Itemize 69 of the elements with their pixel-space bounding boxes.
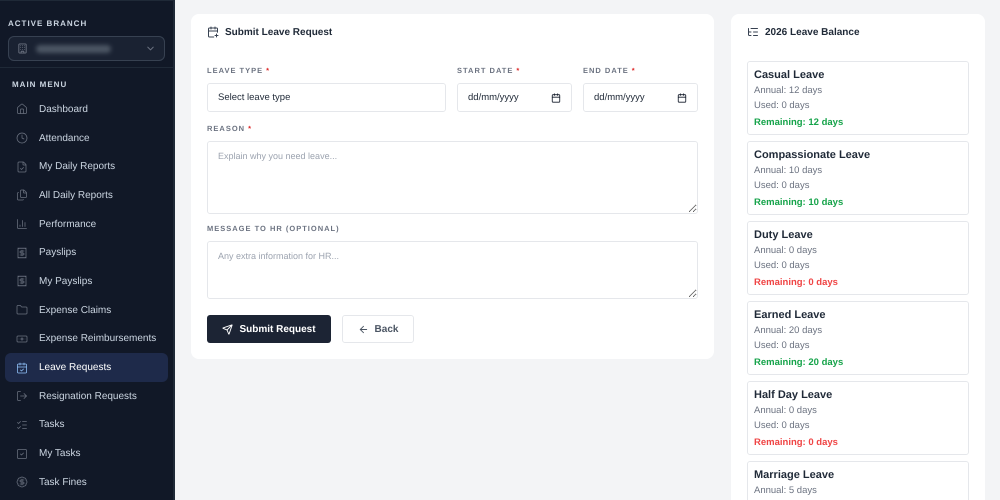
remaining-text: Remaining: 20 days: [754, 357, 844, 368]
sidebar-item[interactable]: Attendance: [5, 124, 168, 152]
checkbox-icon: [16, 448, 28, 460]
exit-icon: [16, 390, 28, 402]
checklist-icon: [16, 418, 28, 431]
annual-text: Annual: 0 days: [754, 405, 818, 416]
leave-type-select[interactable]: Select leave type: [207, 83, 446, 112]
dollar-badge-icon: [16, 476, 28, 488]
annual-text: Annual: 10 days: [754, 165, 824, 176]
sidebar-item[interactable]: All Daily Reports: [5, 181, 168, 210]
used-text: Used: 0 days: [754, 100, 810, 111]
used-text: Used: 0 days: [754, 340, 810, 351]
branch-select[interactable]: [8, 36, 165, 61]
leave-name: Marriage Leave: [754, 469, 836, 481]
clock-icon: [16, 132, 28, 144]
remaining-text: Remaining: 0 days: [754, 437, 839, 448]
calendar-plus-icon: [207, 26, 219, 38]
receipt-icon: [16, 246, 28, 259]
banknote-icon: [16, 332, 28, 345]
building-icon: [17, 43, 28, 54]
send-icon: [222, 324, 234, 334]
documents-icon: [16, 189, 28, 202]
sidebar-item[interactable]: Tasks: [5, 410, 168, 440]
leave-name: Casual Leave: [754, 69, 826, 81]
reason-textarea[interactable]: Explain why you need leave...: [207, 141, 698, 214]
folder-icon: [16, 304, 28, 316]
remaining-text: Remaining: 10 days: [754, 197, 844, 208]
used-text: Used: 0 days: [754, 420, 810, 431]
message-textarea[interactable]: Any extra information for HR...: [207, 241, 698, 299]
submit-button[interactable]: Submit Request: [207, 315, 331, 343]
used-text: Used: 0 days: [754, 260, 810, 271]
leave-name: Duty Leave: [754, 229, 814, 241]
used-text: Used: 0 days: [754, 180, 810, 191]
sidebar-item[interactable]: Performance: [5, 210, 168, 238]
sidebar-item[interactable]: My Daily Reports: [5, 152, 168, 182]
receipt-icon: [16, 275, 28, 288]
list-icon: [747, 26, 759, 38]
remaining-text: Remaining: 12 days: [754, 117, 844, 128]
card-title: 2026 Leave Balance: [765, 26, 860, 38]
sidebar-item[interactable]: Expense Reimbursements: [5, 324, 168, 354]
sidebar-item[interactable]: Task Fines: [5, 468, 168, 497]
annual-text: Annual: 20 days: [754, 325, 824, 336]
bar-chart-icon: [16, 218, 28, 230]
card-title: Submit Leave Request: [225, 26, 332, 38]
date-field[interactable]: dd/mm/yyyy: [457, 83, 572, 112]
annual-text: Annual: 12 days: [754, 85, 824, 96]
document-check-icon: [16, 160, 28, 173]
calendar-icon: [551, 92, 561, 102]
sidebar-item[interactable]: Dashboard: [5, 95, 168, 124]
calendar-check-icon: [16, 362, 28, 374]
sidebar-item[interactable]: Leave Requests: [5, 353, 168, 382]
section-label: MAIN MENU: [11, 79, 68, 91]
remaining-text: Remaining: 0 days: [754, 277, 839, 288]
sidebar-item[interactable]: My Payslips: [5, 267, 168, 296]
leave-name: Earned Leave: [754, 309, 827, 321]
calendar-icon: [677, 92, 687, 102]
arrow-left-icon: [358, 324, 369, 334]
back-button[interactable]: Back: [342, 315, 414, 343]
annual-text: Annual: 5 days: [754, 485, 818, 496]
home-icon: [16, 103, 28, 116]
date-field[interactable]: dd/mm/yyyy: [583, 83, 698, 112]
sidebar-item[interactable]: Expense Claims: [5, 296, 168, 324]
sidebar-item[interactable]: Payslips: [5, 238, 168, 268]
sidebar-item[interactable]: Resignation Requests: [5, 382, 168, 411]
leave-name: Compassionate Leave: [754, 149, 872, 161]
annual-text: Annual: 0 days: [754, 245, 818, 256]
leave-name: Half Day Leave: [754, 389, 834, 401]
sidebar-item[interactable]: My Tasks: [5, 439, 168, 468]
section-label: ACTIVE BRANCH: [7, 18, 88, 30]
